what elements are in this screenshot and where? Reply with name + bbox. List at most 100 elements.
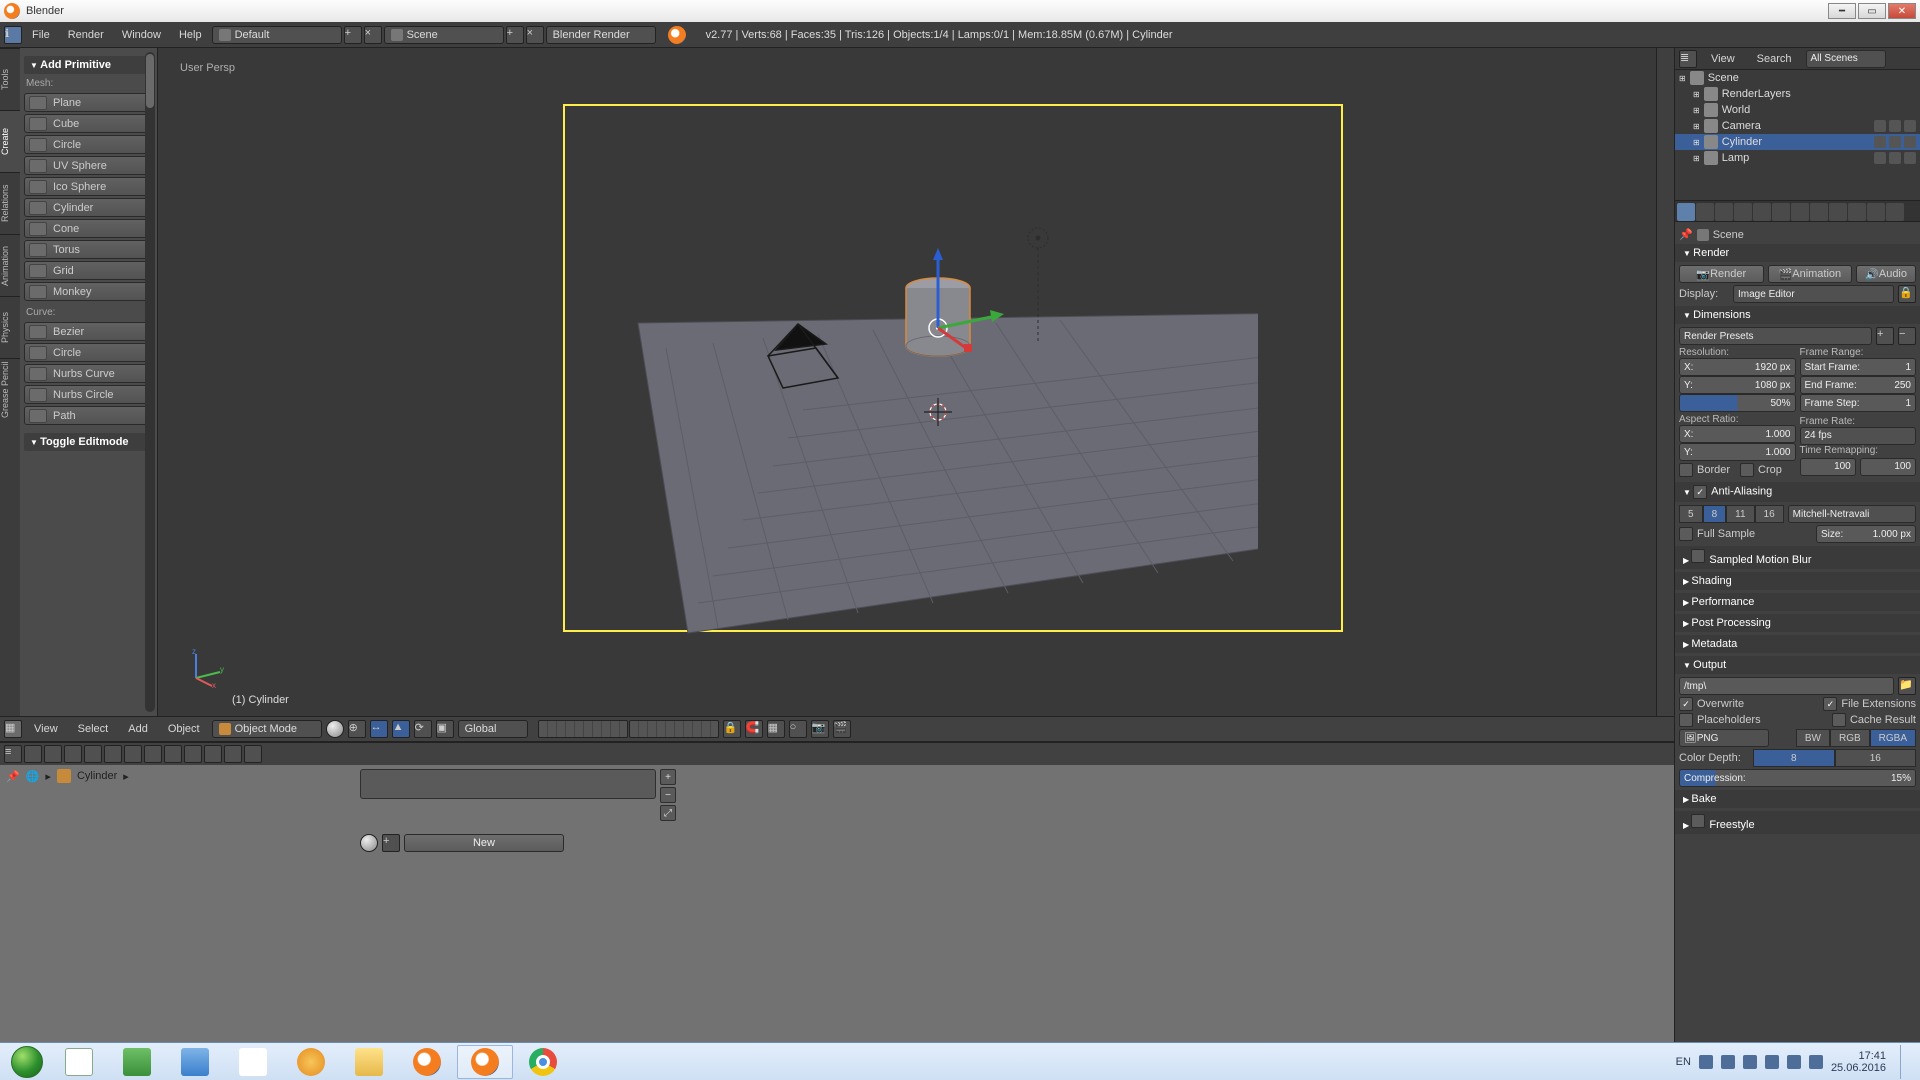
- restrict-render-icon[interactable]: [1904, 120, 1916, 132]
- tab-render-icon[interactable]: [1677, 203, 1695, 221]
- tab-scene-icon[interactable]: [1715, 203, 1733, 221]
- taskbar-app-2[interactable]: [109, 1045, 165, 1079]
- render-viewport-icon[interactable]: 📷: [811, 720, 829, 738]
- add-curve-bezier[interactable]: Bezier: [24, 322, 153, 341]
- bp-btn-9[interactable]: [184, 745, 202, 763]
- remap-old[interactable]: 100: [1800, 458, 1856, 476]
- tab-particles-icon[interactable]: [1867, 203, 1885, 221]
- add-mesh-plane[interactable]: Plane: [24, 93, 153, 112]
- overwrite-check[interactable]: ✓: [1679, 697, 1693, 711]
- tray-icon-2[interactable]: [1721, 1055, 1735, 1069]
- outliner-row-renderlayers[interactable]: ⊞RenderLayers: [1675, 86, 1920, 102]
- zoom-fit-button[interactable]: ⤢: [660, 805, 676, 821]
- scene-del-button[interactable]: ×: [526, 26, 544, 44]
- outliner-row-world[interactable]: ⊞World: [1675, 102, 1920, 118]
- outliner-row-camera[interactable]: ⊞Camera: [1675, 118, 1920, 134]
- add-curve-nurbs-circle[interactable]: Nurbs Circle: [24, 385, 153, 404]
- tab-data-icon[interactable]: [1810, 203, 1828, 221]
- add-mesh-torus[interactable]: Torus: [24, 240, 153, 259]
- file-format-select[interactable]: 🖼 PNG: [1679, 729, 1769, 747]
- panel-anti-aliasing[interactable]: ✓Anti-Aliasing: [1675, 482, 1920, 502]
- panel-bake[interactable]: Bake: [1675, 790, 1920, 808]
- render-presets-select[interactable]: Render Presets: [1679, 327, 1872, 345]
- action-browse-icon[interactable]: [360, 834, 378, 852]
- tab-animation[interactable]: Animation: [0, 234, 20, 296]
- panel-sampled-motion-blur[interactable]: Sampled Motion Blur: [1675, 546, 1920, 569]
- tray-icon-4[interactable]: [1765, 1055, 1779, 1069]
- tab-texture-icon[interactable]: [1848, 203, 1866, 221]
- panel-dimensions[interactable]: Dimensions: [1675, 306, 1920, 324]
- color-depth[interactable]: 816: [1753, 749, 1916, 767]
- layout-add-button[interactable]: +: [344, 26, 362, 44]
- lock-camera-icon[interactable]: 🔒: [723, 720, 741, 738]
- placeholders-check[interactable]: [1679, 713, 1693, 727]
- bp-btn-12[interactable]: [244, 745, 262, 763]
- expand-icon[interactable]: ⊞: [1693, 154, 1700, 163]
- bp-btn-11[interactable]: [224, 745, 242, 763]
- full-sample-check[interactable]: [1679, 527, 1693, 541]
- tab-create[interactable]: Create: [0, 110, 20, 172]
- outliner[interactable]: ⊞Scene⊞RenderLayers⊞World⊞Camera⊞Cylinde…: [1675, 70, 1920, 200]
- transform-orientation[interactable]: Global: [458, 720, 528, 738]
- vp-menu-view[interactable]: View: [26, 721, 66, 737]
- outliner-row-lamp[interactable]: ⊞Lamp: [1675, 150, 1920, 166]
- bp-btn-6[interactable]: [124, 745, 142, 763]
- add-mesh-cylinder[interactable]: Cylinder: [24, 198, 153, 217]
- file-ext-check[interactable]: ✓: [1823, 697, 1837, 711]
- panel-render[interactable]: Render: [1675, 244, 1920, 262]
- add-mesh-ico-sphere[interactable]: Ico Sphere: [24, 177, 153, 196]
- bp-btn-3[interactable]: [64, 745, 82, 763]
- minimize-button[interactable]: ━: [1828, 3, 1856, 19]
- restrict-view-icon[interactable]: [1874, 120, 1886, 132]
- tray-icon-1[interactable]: [1699, 1055, 1713, 1069]
- layers-button-2[interactable]: [629, 720, 719, 738]
- add-curve-circle[interactable]: Circle: [24, 343, 153, 362]
- outliner-row-scene[interactable]: ⊞Scene: [1675, 70, 1920, 86]
- tab-constraints-icon[interactable]: [1772, 203, 1790, 221]
- scene-crumb[interactable]: Scene: [1713, 229, 1744, 241]
- aspect-y[interactable]: Y:1.000: [1679, 443, 1796, 461]
- panel-metadata[interactable]: Metadata: [1675, 635, 1920, 653]
- manip-rotate[interactable]: ⟳: [414, 720, 432, 738]
- restrict-view-icon[interactable]: [1874, 136, 1886, 148]
- preset-del-button[interactable]: −: [1898, 327, 1916, 345]
- start-button[interactable]: [4, 1045, 50, 1079]
- bp-btn-10[interactable]: [204, 745, 222, 763]
- color-mode[interactable]: BWRGBRGBA: [1796, 729, 1916, 747]
- panel-output[interactable]: Output: [1675, 656, 1920, 674]
- restrict-select-icon[interactable]: [1889, 136, 1901, 148]
- cache-result-check[interactable]: [1832, 713, 1846, 727]
- bp-btn-5[interactable]: [104, 745, 122, 763]
- tray-volume-icon[interactable]: [1809, 1055, 1823, 1069]
- close-button[interactable]: ✕: [1888, 3, 1916, 19]
- proportional-edit[interactable]: ○: [789, 720, 807, 738]
- add-mesh-monkey[interactable]: Monkey: [24, 282, 153, 301]
- action-new-button[interactable]: New: [404, 834, 564, 852]
- zoom-out-button[interactable]: −: [660, 787, 676, 803]
- layers-button[interactable]: [538, 720, 628, 738]
- editor-type-icon[interactable]: ℹ: [4, 26, 22, 44]
- add-curve-nurbs-curve[interactable]: Nurbs Curve: [24, 364, 153, 383]
- frame-step[interactable]: Frame Step:1: [1800, 394, 1917, 412]
- scene-select[interactable]: Scene: [384, 26, 504, 44]
- aspect-x[interactable]: X:1.000: [1679, 425, 1796, 443]
- mode-select[interactable]: Object Mode: [212, 720, 322, 738]
- aa-samples[interactable]: 581116: [1679, 505, 1784, 523]
- pin-icon[interactable]: 📌: [1679, 228, 1693, 241]
- tab-relations[interactable]: Relations: [0, 172, 20, 234]
- region-toggle[interactable]: [1656, 48, 1674, 716]
- scene-add-button[interactable]: +: [506, 26, 524, 44]
- panel-shading[interactable]: Shading: [1675, 572, 1920, 590]
- restrict-render-icon[interactable]: [1904, 152, 1916, 164]
- render-engine-select[interactable]: Blender Render: [546, 26, 656, 44]
- restrict-select-icon[interactable]: [1889, 120, 1901, 132]
- border-check[interactable]: [1679, 463, 1693, 477]
- tab-modifiers-icon[interactable]: [1791, 203, 1809, 221]
- layout-del-button[interactable]: ×: [364, 26, 382, 44]
- taskbar-chrome[interactable]: [515, 1045, 571, 1079]
- zoom-in-button[interactable]: +: [660, 769, 676, 785]
- taskbar-app-5[interactable]: [283, 1045, 339, 1079]
- editor-type-3dview-icon[interactable]: ▦: [4, 720, 22, 738]
- snap-toggle[interactable]: 🧲: [745, 720, 763, 738]
- frame-rate-select[interactable]: 24 fps: [1800, 427, 1917, 445]
